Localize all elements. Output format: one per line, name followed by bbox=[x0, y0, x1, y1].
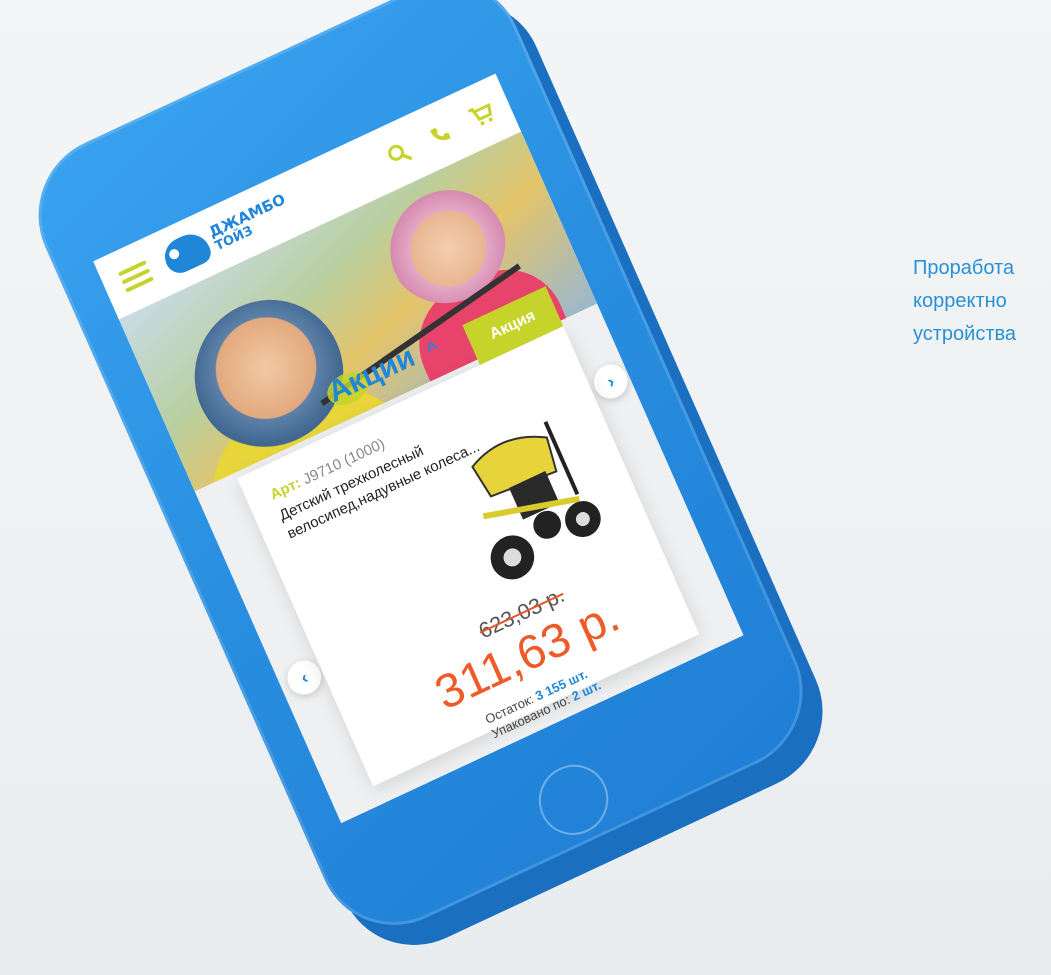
phone-icon[interactable] bbox=[423, 117, 457, 152]
side-text-line-2: корректно bbox=[913, 290, 1007, 312]
chevron-up-icon: ^ bbox=[423, 337, 443, 363]
side-description: Проработа корректно устройства bbox=[913, 252, 1051, 351]
side-text-line-3: устройства bbox=[913, 323, 1017, 345]
search-icon[interactable] bbox=[382, 136, 416, 171]
elephant-logo-icon bbox=[159, 227, 215, 278]
cart-icon[interactable] bbox=[465, 98, 499, 133]
menu-icon[interactable] bbox=[117, 260, 154, 293]
phone-screen: ДЖАМБО ТОЙЗ Акции ^ ‹ › Акция Арт: J9710… bbox=[93, 73, 744, 824]
side-text-line-1: Проработа bbox=[913, 257, 1015, 279]
